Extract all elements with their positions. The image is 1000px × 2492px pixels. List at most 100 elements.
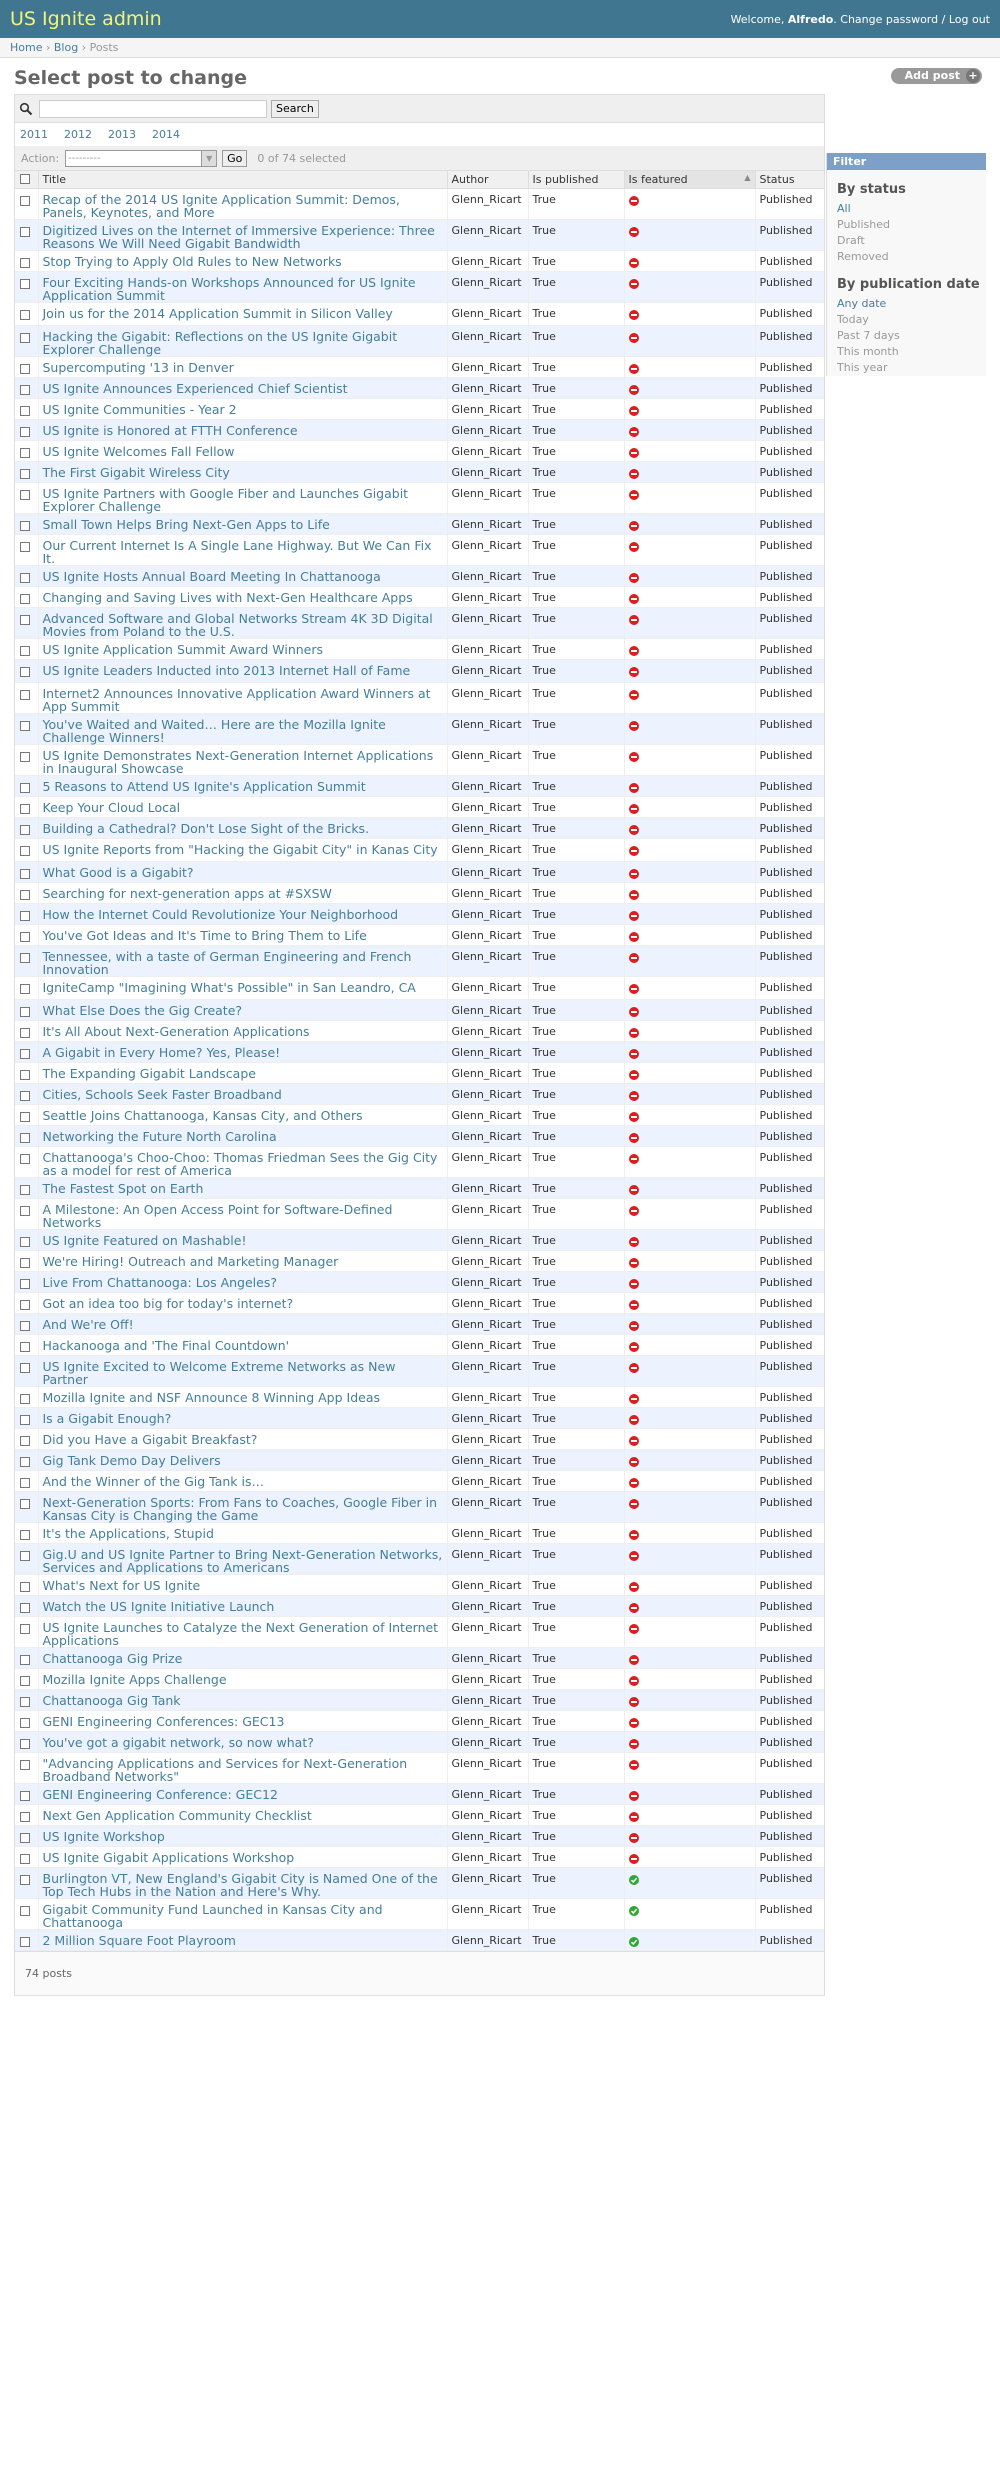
post-title-link[interactable]: Cities, Schools Seek Faster Broadband [43, 1088, 443, 1101]
post-title-link[interactable]: Chattanooga Gig Prize [43, 1652, 443, 1665]
row-checkbox[interactable] [20, 666, 30, 677]
row-checkbox[interactable] [20, 1457, 30, 1468]
row-checkbox[interactable] [20, 1237, 30, 1248]
row-checkbox[interactable] [20, 520, 30, 531]
logout-link[interactable]: Log out [949, 13, 990, 26]
post-title-link[interactable]: Mozilla Ignite and NSF Announce 8 Winnin… [43, 1391, 443, 1404]
select-all-checkbox[interactable] [20, 174, 30, 185]
row-checkbox[interactable] [20, 1655, 30, 1666]
row-checkbox[interactable] [20, 1415, 30, 1426]
post-title-link[interactable]: US Ignite Partners with Google Fiber and… [43, 487, 443, 513]
row-checkbox[interactable] [20, 593, 30, 604]
post-title-link[interactable]: US Ignite Communities - Year 2 [43, 403, 443, 416]
row-checkbox[interactable] [20, 1499, 30, 1510]
row-checkbox[interactable] [20, 1718, 30, 1729]
post-title-link[interactable]: The Expanding Gigabit Landscape [43, 1067, 443, 1080]
row-checkbox[interactable] [20, 447, 30, 458]
post-title-link[interactable]: It's the Applications, Stupid [43, 1527, 443, 1540]
post-title-link[interactable]: Hacking the Gigabit: Reflections on the … [43, 330, 443, 356]
row-checkbox[interactable] [20, 468, 30, 479]
row-checkbox[interactable] [20, 689, 30, 700]
post-title-link[interactable]: US Ignite Hosts Annual Board Meeting In … [43, 570, 443, 583]
post-title-link[interactable]: Networking the Future North Carolina [43, 1130, 443, 1143]
row-checkbox[interactable] [20, 1279, 30, 1290]
column-header-is-featured[interactable]: Is featured ▲ [623, 171, 755, 189]
row-checkbox[interactable] [20, 1854, 30, 1865]
post-title-link[interactable]: Next Gen Application Community Checklist [43, 1809, 443, 1822]
row-checkbox[interactable] [20, 226, 30, 237]
row-checkbox[interactable] [20, 1812, 30, 1823]
add-post-button[interactable]: Add post + [890, 68, 982, 84]
row-checkbox[interactable] [20, 1070, 30, 1081]
post-title-link[interactable]: US Ignite Leaders Inducted into 2013 Int… [43, 664, 443, 677]
post-title-link[interactable]: 5 Reasons to Attend US Ignite's Applicat… [43, 780, 443, 793]
date-hierarchy-year[interactable]: 2011 [20, 128, 48, 141]
row-checkbox[interactable] [20, 869, 30, 880]
search-input[interactable] [39, 99, 267, 118]
row-checkbox[interactable] [20, 782, 30, 793]
post-title-link[interactable]: Did you Have a Gigabit Breakfast? [43, 1433, 443, 1446]
row-checkbox[interactable] [20, 1258, 30, 1269]
post-title-link[interactable]: US Ignite Welcomes Fall Fellow [43, 445, 443, 458]
row-checkbox[interactable] [20, 1551, 30, 1562]
post-title-link[interactable]: Gig Tank Demo Day Delivers [43, 1454, 443, 1467]
post-title-link[interactable]: A Gigabit in Every Home? Yes, Please! [43, 1046, 443, 1059]
row-checkbox[interactable] [20, 1624, 30, 1635]
post-title-link[interactable]: US Ignite Reports from "Hacking the Giga… [43, 843, 443, 856]
post-title-link[interactable]: US Ignite Launches to Catalyze the Next … [43, 1621, 443, 1647]
row-checkbox[interactable] [20, 1603, 30, 1614]
row-checkbox[interactable] [20, 1937, 30, 1948]
post-title-link[interactable]: Gig.U and US Ignite Partner to Bring Nex… [43, 1548, 443, 1574]
post-title-link[interactable]: Seattle Joins Chattanooga, Kansas City, … [43, 1109, 443, 1122]
row-checkbox[interactable] [20, 1739, 30, 1750]
row-checkbox[interactable] [20, 1791, 30, 1802]
post-title-link[interactable]: GENI Engineering Conferences: GEC13 [43, 1715, 443, 1728]
post-title-link[interactable]: Gigabit Community Fund Launched in Kansa… [43, 1903, 443, 1929]
row-checkbox[interactable] [20, 1436, 30, 1447]
post-title-link[interactable]: US Ignite Announces Experienced Chief Sc… [43, 382, 443, 395]
post-title-link[interactable]: You've Got Ideas and It's Time to Bring … [43, 929, 443, 942]
row-checkbox[interactable] [20, 984, 30, 995]
post-title-link[interactable]: US Ignite Featured on Mashable! [43, 1234, 443, 1247]
row-checkbox[interactable] [20, 824, 30, 835]
post-title-link[interactable]: Chattanooga's Choo-Choo: Thomas Friedman… [43, 1151, 443, 1177]
row-checkbox[interactable] [20, 645, 30, 656]
row-checkbox[interactable] [20, 309, 30, 320]
row-checkbox[interactable] [20, 1342, 30, 1353]
row-checkbox[interactable] [20, 332, 30, 343]
post-title-link[interactable]: It's All About Next-Generation Applicati… [43, 1025, 443, 1038]
date-filter-link[interactable]: Today [837, 313, 869, 326]
post-title-link[interactable]: 2 Million Square Foot Playroom [43, 1934, 443, 1947]
post-title-link[interactable]: Tennessee, with a taste of German Engine… [43, 950, 443, 976]
row-checkbox[interactable] [20, 1112, 30, 1123]
date-hierarchy-year[interactable]: 2012 [64, 128, 92, 141]
post-title-link[interactable]: Searching for next-generation apps at #S… [43, 887, 443, 900]
post-title-link[interactable]: Mozilla Ignite Apps Challenge [43, 1673, 443, 1686]
post-title-link[interactable]: You've Waited and Waited… Here are the M… [43, 718, 443, 744]
post-title-link[interactable]: Advanced Software and Global Networks St… [43, 612, 443, 638]
post-title-link[interactable]: What Good is a Gigabit? [43, 866, 443, 879]
post-title-link[interactable]: A Milestone: An Open Access Point for So… [43, 1203, 443, 1229]
row-checkbox[interactable] [20, 953, 30, 964]
post-title-link[interactable]: Watch the US Ignite Initiative Launch [43, 1600, 443, 1613]
post-title-link[interactable]: Burlington VT, New England's Gigabit Cit… [43, 1872, 443, 1898]
post-title-link[interactable]: Keep Your Cloud Local [43, 801, 443, 814]
post-title-link[interactable]: Small Town Helps Bring Next-Gen Apps to … [43, 518, 443, 531]
post-title-link[interactable]: The Fastest Spot on Earth [43, 1182, 443, 1195]
row-checkbox[interactable] [20, 1697, 30, 1708]
column-header-author[interactable]: Author [446, 171, 528, 189]
row-checkbox[interactable] [20, 911, 30, 922]
row-checkbox[interactable] [20, 751, 30, 762]
row-checkbox[interactable] [20, 384, 30, 395]
row-checkbox[interactable] [20, 257, 30, 268]
column-header-status[interactable]: Status [754, 171, 824, 189]
date-filter-link[interactable]: This year [837, 361, 888, 374]
row-checkbox[interactable] [20, 1394, 30, 1405]
row-checkbox[interactable] [20, 1760, 30, 1771]
status-filter-link[interactable]: Published [837, 218, 890, 231]
row-checkbox[interactable] [20, 1049, 30, 1060]
post-title-link[interactable]: And the Winner of the Gig Tank is… [43, 1475, 443, 1488]
post-title-link[interactable]: IgniteCamp "Imagining What's Possible" i… [43, 981, 443, 994]
post-title-link[interactable]: Join us for the 2014 Application Summit … [43, 307, 443, 320]
post-title-link[interactable]: US Ignite Excited to Welcome Extreme Net… [43, 1360, 443, 1386]
